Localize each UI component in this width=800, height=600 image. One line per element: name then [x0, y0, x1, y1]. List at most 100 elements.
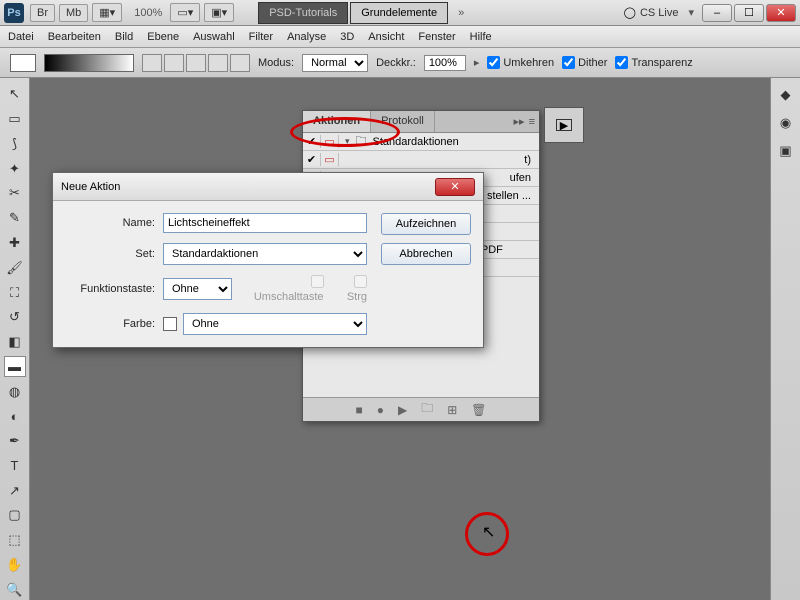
tab-aktionen[interactable]: Aktionen: [303, 111, 371, 132]
marquee-tool[interactable]: ▭: [4, 109, 26, 130]
3d-tool[interactable]: ⬚: [4, 530, 26, 551]
new-set-icon[interactable]: 🗀: [421, 399, 433, 420]
farbe-select[interactable]: Ohne: [183, 313, 367, 335]
new-action-dialog: Neue Aktion ✕ Name: Set: Standardaktione…: [52, 172, 484, 348]
menu-fenster[interactable]: Fenster: [418, 31, 455, 43]
panel-footer: ■ ● ▶ 🗀 ⊞ 🗑: [303, 397, 539, 421]
shape-tool[interactable]: ▢: [4, 505, 26, 526]
gradient-angle-button[interactable]: [186, 54, 206, 72]
zoom-tool[interactable]: 🔍: [4, 579, 26, 600]
stop-icon[interactable]: ■: [355, 403, 362, 417]
heal-tool[interactable]: ✚: [4, 233, 26, 254]
shift-checkbox: Umschalttaste: [240, 275, 324, 303]
deckkraft-label: Deckkr.:: [376, 57, 416, 69]
tools-panel: ↖ ▭ ⟆ ✦ ✂ ✎ ✚ 🖌 ⛶ ↺ ◧ ▬ ◍ ◐ ✒ T ↗ ▢ ⬚ ✋ …: [0, 78, 30, 600]
name-label: Name:: [65, 217, 155, 229]
eyedropper-tool[interactable]: ✎: [4, 208, 26, 229]
record-button[interactable]: Aufzeichnen: [381, 213, 471, 235]
trash-icon[interactable]: 🗑: [471, 403, 486, 417]
more-tabs-icon[interactable]: »: [458, 7, 464, 19]
cslive-dropdown-icon[interactable]: ▾: [688, 6, 694, 19]
modus-select[interactable]: Normal: [302, 54, 368, 72]
swatches-icon[interactable]: ◆: [775, 84, 797, 106]
maximize-button[interactable]: ☐: [734, 4, 764, 22]
farbe-label: Farbe:: [65, 318, 155, 330]
ctrl-checkbox: Strg: [332, 275, 367, 303]
panel-expand-icon[interactable]: ▸▸: [514, 115, 525, 128]
menu-hilfe[interactable]: Hilfe: [470, 31, 492, 43]
right-dock: ◆ ◉ ▣: [770, 78, 800, 600]
record-icon[interactable]: ●: [377, 403, 384, 417]
menu-ebene[interactable]: Ebene: [147, 31, 179, 43]
cancel-button[interactable]: Abbrechen: [381, 243, 471, 265]
blur-tool[interactable]: ◍: [4, 381, 26, 402]
minimize-button[interactable]: –: [702, 4, 732, 22]
wand-tool[interactable]: ✦: [4, 158, 26, 179]
crop-tool[interactable]: ✂: [4, 183, 26, 204]
arrange-button[interactable]: ▭▾: [170, 3, 200, 22]
lasso-tool[interactable]: ⟆: [4, 134, 26, 155]
panel-dock[interactable]: ▶: [544, 107, 584, 143]
umkehren-checkbox[interactable]: Umkehren: [487, 56, 554, 69]
play-icon[interactable]: ▶: [398, 403, 407, 417]
name-input[interactable]: [163, 213, 367, 233]
gradient-type-group: [142, 54, 250, 72]
menu-datei[interactable]: Datei: [8, 31, 34, 43]
layers-icon[interactable]: ▣: [775, 140, 797, 162]
folder-icon: 🗀: [356, 133, 367, 151]
tab-protokoll[interactable]: Protokoll: [371, 111, 435, 132]
eraser-tool[interactable]: ◧: [4, 332, 26, 353]
gradient-linear-button[interactable]: [142, 54, 162, 72]
path-tool[interactable]: ↗: [4, 480, 26, 501]
stamp-tool[interactable]: ⛶: [4, 282, 26, 303]
dialog-titlebar[interactable]: Neue Aktion ✕: [53, 173, 483, 201]
gradient-diamond-button[interactable]: [230, 54, 250, 72]
set-select[interactable]: Standardaktionen: [163, 243, 367, 265]
pen-tool[interactable]: ✒: [4, 431, 26, 452]
dither-checkbox[interactable]: Dither: [562, 56, 607, 69]
document-tab-2[interactable]: Grundelemente: [350, 2, 448, 24]
type-tool[interactable]: T: [4, 455, 26, 476]
move-tool[interactable]: ↖: [4, 84, 26, 105]
action-row-hidden1[interactable]: ✔▭ t): [303, 151, 539, 169]
menu-analyse[interactable]: Analyse: [287, 31, 326, 43]
new-action-icon[interactable]: ⊞: [447, 403, 457, 417]
bridge-button[interactable]: Br: [30, 4, 55, 22]
menu-ansicht[interactable]: Ansicht: [368, 31, 404, 43]
panel-tabs: Aktionen Protokoll ▸▸ ≡: [303, 111, 539, 133]
minibridge-button[interactable]: Mb: [59, 4, 88, 22]
deckkraft-input[interactable]: [424, 55, 466, 71]
options-bar: Modus: Normal Deckkr.: ▸ Umkehren Dither…: [0, 48, 800, 78]
menu-auswahl[interactable]: Auswahl: [193, 31, 235, 43]
close-button[interactable]: ✕: [766, 4, 796, 22]
transparenz-checkbox[interactable]: Transparenz: [615, 56, 692, 69]
gradient-radial-button[interactable]: [164, 54, 184, 72]
cslive-button[interactable]: CS Live: [640, 7, 679, 19]
zoom-level[interactable]: 100%: [134, 7, 162, 19]
styles-icon[interactable]: ◉: [775, 112, 797, 134]
view-extras-button[interactable]: ▦▾: [92, 3, 122, 22]
history-brush-tool[interactable]: ↺: [4, 307, 26, 328]
play-dock-icon: ▶: [556, 119, 572, 131]
brush-tool[interactable]: 🖌: [4, 257, 26, 278]
screen-mode-button[interactable]: ▣▾: [204, 3, 234, 22]
menu-bild[interactable]: Bild: [115, 31, 133, 43]
gradient-picker[interactable]: [44, 54, 134, 72]
fn-select[interactable]: Ohne: [163, 278, 232, 300]
action-folder-row[interactable]: ✔▭ ▾🗀Standardaktionen: [303, 133, 539, 151]
menu-filter[interactable]: Filter: [249, 31, 273, 43]
dialog-close-button[interactable]: ✕: [435, 178, 475, 196]
gradient-reflected-button[interactable]: [208, 54, 228, 72]
menu-bearbeiten[interactable]: Bearbeiten: [48, 31, 101, 43]
deckkraft-dropdown-icon[interactable]: ▸: [474, 56, 480, 69]
panel-menu-icon[interactable]: ≡: [529, 116, 535, 128]
tool-preset-picker[interactable]: [10, 54, 36, 72]
menu-3d[interactable]: 3D: [340, 31, 354, 43]
hand-tool[interactable]: ✋: [4, 555, 26, 576]
farbe-swatch: [163, 317, 177, 331]
dodge-tool[interactable]: ◐: [4, 406, 26, 427]
document-tab-1[interactable]: PSD-Tutorials: [258, 2, 348, 24]
gradient-tool[interactable]: ▬: [4, 356, 26, 377]
modus-label: Modus:: [258, 57, 294, 69]
menu-bar: Datei Bearbeiten Bild Ebene Auswahl Filt…: [0, 26, 800, 48]
